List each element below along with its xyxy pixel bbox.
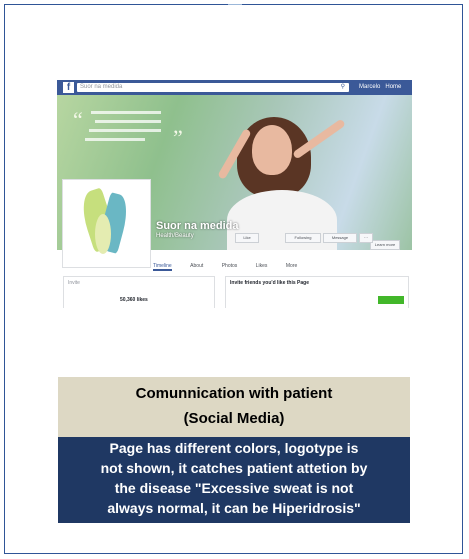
logo-leaf-light — [95, 214, 111, 254]
page-name: Suor na medida — [156, 220, 239, 232]
slide-top-mark — [228, 4, 242, 5]
about-card-title: Invite — [68, 280, 80, 286]
description-line: Page has different colors, logotype is — [109, 440, 359, 456]
caption-title-box: Comunnication with patient (Social Media… — [58, 377, 410, 437]
more-options-button[interactable]: ⋯ — [359, 233, 373, 243]
cover-text-line — [89, 129, 161, 132]
description-line: the disease "Excessive sweat is not — [114, 480, 354, 496]
facebook-page-screenshot: f Suor na medida ⚲ Marcelo Home “ ” Lear… — [57, 80, 412, 308]
cover-text-line — [95, 120, 161, 123]
user-name[interactable]: Marcelo — [359, 84, 380, 90]
description-line: always normal, it can be Hiperidrosis" — [107, 500, 361, 516]
message-button[interactable]: Message — [323, 233, 357, 243]
invite-button[interactable] — [378, 296, 404, 304]
learn-more-button[interactable]: Learn more — [370, 240, 400, 250]
tab-photos[interactable]: Photos — [222, 263, 238, 269]
about-card: Invite 50,360 likes — [63, 276, 215, 308]
tab-likes[interactable]: Likes — [256, 263, 268, 269]
page-profile-logo[interactable] — [63, 180, 150, 267]
facebook-logo-icon: f — [63, 82, 74, 93]
top-bar-user[interactable]: Marcelo Home — [359, 83, 401, 92]
home-link[interactable]: Home — [385, 84, 401, 90]
invite-card: Invite friends you'd like this Page — [225, 276, 409, 308]
following-button[interactable]: Following — [285, 233, 321, 243]
page-category: Health/Beauty — [156, 233, 194, 239]
tab-about[interactable]: About — [190, 263, 203, 269]
invite-text: Invite friends you'd like this Page — [230, 280, 309, 286]
cover-person-face — [252, 125, 292, 175]
page-tabs: Timeline About Photos Likes More — [153, 254, 311, 271]
likes-count: 50,360 likes — [120, 297, 148, 303]
tab-timeline[interactable]: Timeline — [153, 263, 172, 271]
caption-title-line-1: Comunnication with patient — [135, 385, 333, 402]
search-icon[interactable]: ⚲ — [341, 83, 345, 92]
caption-title-line-2: (Social Media) — [183, 410, 285, 427]
tab-more[interactable]: More — [286, 263, 297, 269]
close-quote-icon: ” — [173, 125, 183, 150]
search-input[interactable]: Suor na medida ⚲ — [77, 83, 349, 92]
caption-description-box: Page has different colors, logotype is n… — [58, 437, 410, 523]
open-quote-icon: “ — [73, 107, 83, 132]
cover-text-line — [85, 138, 145, 141]
like-button[interactable]: Like — [235, 233, 259, 243]
cover-text-line — [91, 111, 161, 114]
description-line: not shown, it catches patient attetion b… — [100, 460, 368, 476]
facebook-top-bar: f Suor na medida ⚲ Marcelo Home — [57, 80, 412, 95]
search-input-text: Suor na medida — [80, 84, 123, 90]
